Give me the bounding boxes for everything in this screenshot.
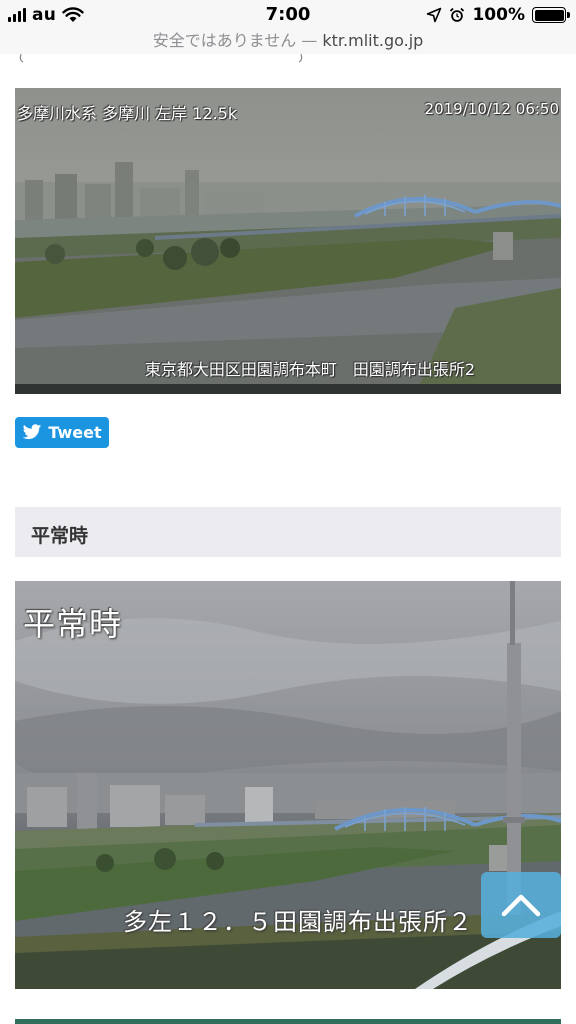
battery-level xyxy=(534,9,564,21)
location-arrow-icon xyxy=(427,7,442,23)
tweet-button[interactable]: Tweet xyxy=(15,417,109,448)
twitter-bird-icon xyxy=(23,424,42,440)
alarm-icon xyxy=(450,7,465,22)
url-separator: — xyxy=(296,31,323,50)
back-to-top-button[interactable] xyxy=(481,872,561,938)
camera-timestamp: 2019/10/12 06:50 xyxy=(424,100,559,118)
normal-station-caption: 多左１２．５田園調布出張所２ xyxy=(123,908,473,936)
camera-station-caption: 東京都大田区田園調布本町 田園調布出張所2 xyxy=(144,360,475,379)
url-host: ktr.mlit.go.jp xyxy=(322,31,424,50)
tweet-label: Tweet xyxy=(48,423,102,442)
chevron-up-icon xyxy=(501,894,541,917)
normal-camera-image: 平常時 多左１２．５田園調布出張所２ xyxy=(15,581,561,989)
normal-overlay-title: 平常時 xyxy=(23,605,123,643)
camera-location-caption: 多摩川水系 多摩川 左岸 12.5k xyxy=(17,104,238,123)
security-warning: 安全ではありません xyxy=(152,31,297,50)
section-header: 平常時 xyxy=(15,507,561,557)
section-title: 平常時 xyxy=(31,525,89,547)
live-camera-image: 多摩川水系 多摩川 左岸 12.5k 2019/10/12 06:50 東京都大… xyxy=(15,88,561,394)
url-bar[interactable]: 安全ではありません — ktr.mlit.go.jp xyxy=(0,30,576,54)
battery-percent: 100% xyxy=(472,5,525,25)
previous-content-edge xyxy=(19,54,303,63)
battery-icon xyxy=(532,7,570,23)
footer-accent-bar xyxy=(15,1019,561,1024)
status-bar: au 7:00 100% xyxy=(0,0,576,30)
